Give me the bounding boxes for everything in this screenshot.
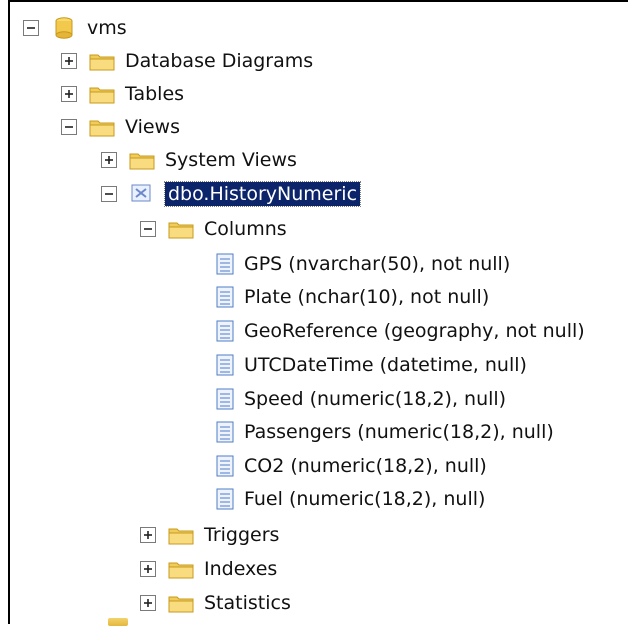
- database-label: vms: [87, 17, 127, 39]
- column-icon: [214, 285, 236, 309]
- folder-icon: [167, 523, 195, 547]
- tree-node-column-fuel[interactable]: Fuel (numeric(18,2), null): [214, 484, 485, 514]
- column-icon: [214, 454, 236, 478]
- column-label: Fuel (numeric(18,2), null): [244, 488, 486, 510]
- tree-node-indexes[interactable]: Indexes: [139, 554, 277, 584]
- column-icon: [214, 420, 236, 444]
- tree-node-selected-view[interactable]: dbo.HistoryNumeric: [100, 179, 362, 209]
- database-diagrams-label: Database Diagrams: [125, 50, 314, 72]
- tree-node-database-diagrams[interactable]: Database Diagrams: [60, 46, 313, 76]
- tree-node-column-gps[interactable]: GPS (nvarchar(50), not null): [214, 249, 510, 279]
- tree-node-column-passengers[interactable]: Passengers (numeric(18,2), null): [214, 417, 554, 447]
- tree-node-column-co2[interactable]: CO2 (numeric(18,2), null): [214, 451, 487, 481]
- tables-label: Tables: [125, 83, 185, 105]
- collapse-toggle-icon[interactable]: [22, 19, 40, 37]
- collapse-toggle-icon[interactable]: [139, 220, 157, 238]
- object-explorer-tree: vms Database Diagrams Tables Views Syste…: [8, 0, 628, 626]
- column-label: GeoReference (geography, not null): [244, 320, 585, 342]
- column-icon: [214, 252, 236, 276]
- expand-toggle-icon[interactable]: [60, 85, 78, 103]
- database-icon: [50, 16, 78, 40]
- tree-node-triggers[interactable]: Triggers: [139, 520, 279, 550]
- tree-node-database[interactable]: vms: [22, 13, 127, 43]
- collapse-toggle-icon[interactable]: [100, 185, 118, 203]
- folder-icon: [88, 49, 116, 73]
- tree-node-columns-folder[interactable]: Columns: [139, 214, 287, 244]
- column-label: Speed (numeric(18,2), null): [244, 388, 507, 410]
- column-icon: [214, 319, 236, 343]
- folder-icon: [88, 115, 116, 139]
- folder-icon: [167, 217, 195, 241]
- tree-node-column-utcdatetime[interactable]: UTCDateTime (datetime, null): [214, 350, 527, 380]
- columns-folder-label: Columns: [204, 218, 287, 240]
- column-icon: [214, 387, 236, 411]
- folder-icon: [167, 557, 195, 581]
- view-icon: [128, 182, 156, 206]
- column-icon: [214, 487, 236, 511]
- system-views-label: System Views: [165, 149, 297, 171]
- expand-toggle-icon[interactable]: [139, 560, 157, 578]
- statistics-label: Statistics: [204, 592, 291, 614]
- folder-icon: [167, 591, 195, 615]
- tree-node-statistics[interactable]: Statistics: [139, 588, 291, 618]
- tree-node-tables[interactable]: Tables: [60, 79, 184, 109]
- expand-toggle-icon[interactable]: [100, 151, 118, 169]
- collapse-toggle-icon[interactable]: [60, 118, 78, 136]
- indexes-label: Indexes: [204, 558, 278, 580]
- folder-icon: [88, 82, 116, 106]
- column-label: Plate (nchar(10), not null): [244, 286, 490, 308]
- expand-toggle-icon[interactable]: [139, 526, 157, 544]
- folder-icon: [128, 148, 156, 172]
- tree-node-column-plate[interactable]: Plate (nchar(10), not null): [214, 282, 489, 312]
- triggers-label: Triggers: [204, 524, 280, 546]
- tree-node-column-georeference[interactable]: GeoReference (geography, not null): [214, 316, 585, 346]
- tree-node-system-views[interactable]: System Views: [100, 145, 297, 175]
- column-label: UTCDateTime (datetime, null): [244, 354, 527, 376]
- column-label: Passengers (numeric(18,2), null): [244, 421, 554, 443]
- tree-node-views[interactable]: Views: [60, 112, 180, 142]
- expand-toggle-icon[interactable]: [139, 594, 157, 612]
- views-label: Views: [125, 116, 180, 138]
- selected-view-label: dbo.HistoryNumeric: [163, 181, 362, 207]
- tree-node-column-speed[interactable]: Speed (numeric(18,2), null): [214, 384, 506, 414]
- partial-next-node-icon: [108, 618, 128, 626]
- column-label: CO2 (numeric(18,2), null): [244, 455, 487, 477]
- expand-toggle-icon[interactable]: [60, 52, 78, 70]
- column-label: GPS (nvarchar(50), not null): [244, 253, 511, 275]
- column-icon: [214, 353, 236, 377]
